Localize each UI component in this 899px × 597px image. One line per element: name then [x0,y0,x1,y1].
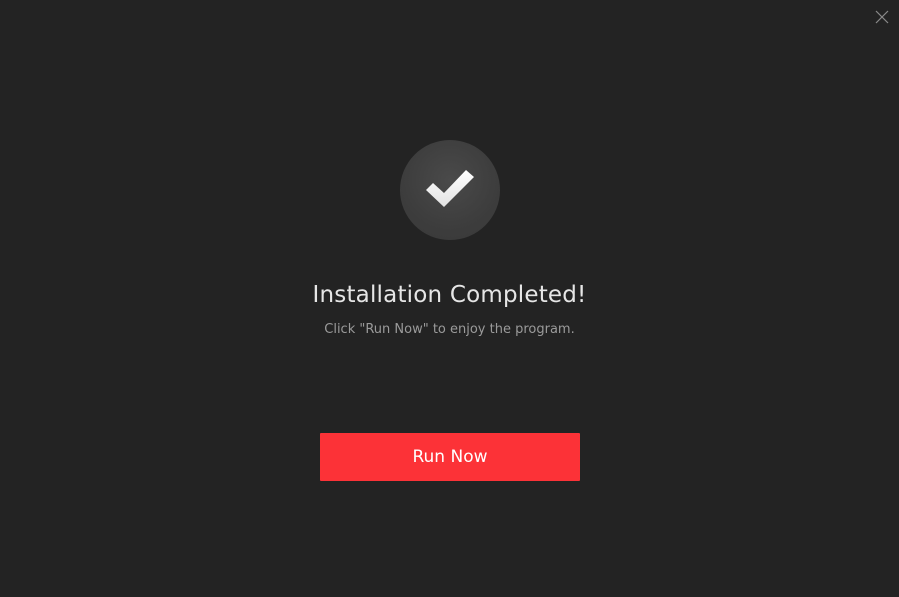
installer-window: Installation Completed! Click "Run Now" … [0,0,899,597]
success-badge [400,140,500,240]
checkmark-icon [426,170,474,207]
completion-title: Installation Completed! [312,282,587,308]
close-icon [875,10,889,24]
completion-subtitle: Click "Run Now" to enjoy the program. [324,322,575,337]
run-now-button[interactable]: Run Now [320,433,580,481]
close-button[interactable] [872,7,892,27]
